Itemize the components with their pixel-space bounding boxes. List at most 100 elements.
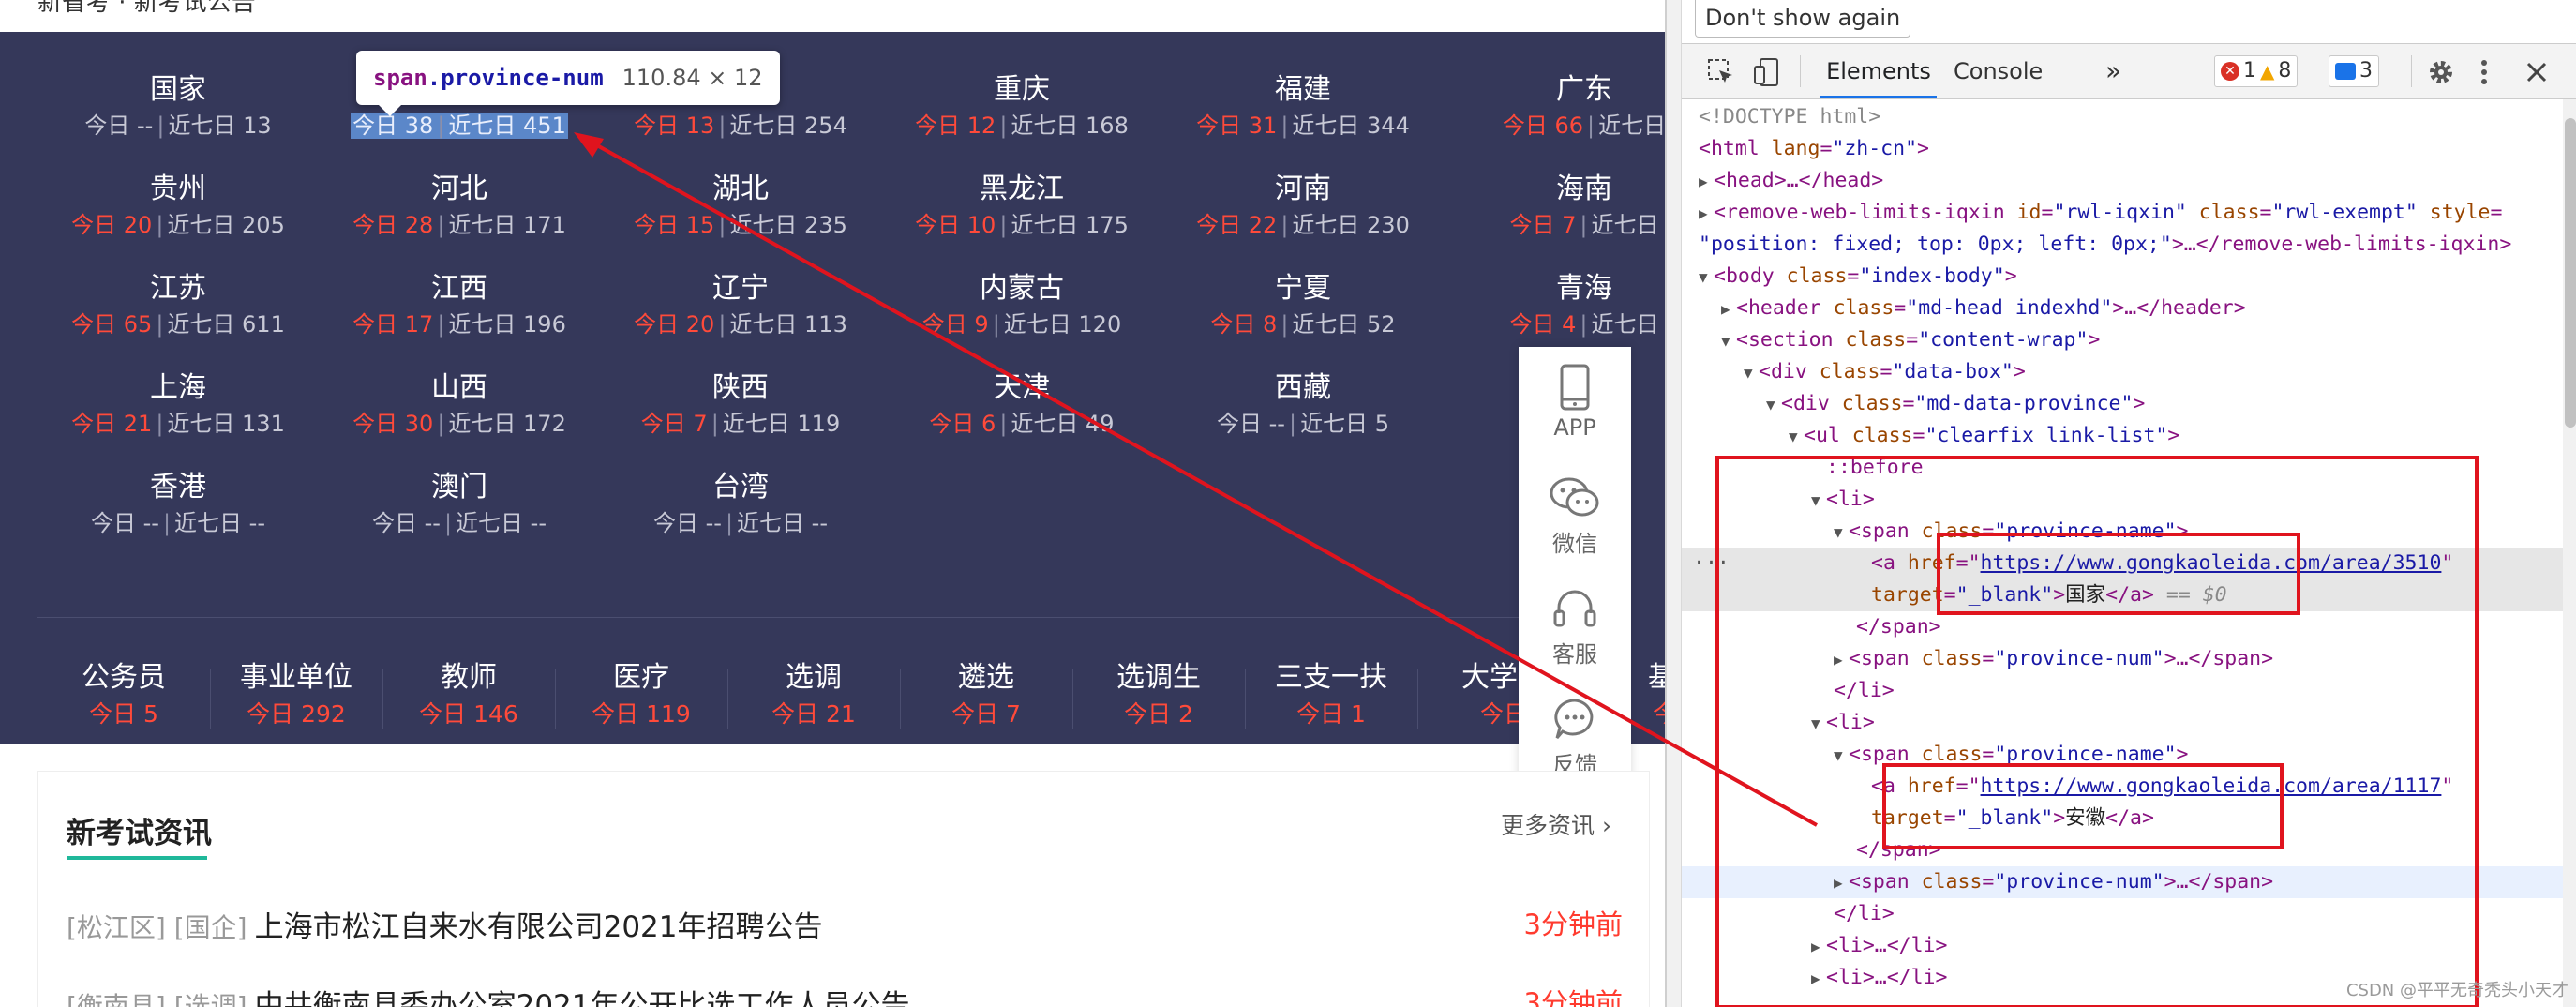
province-name[interactable]: 辽宁 <box>600 270 881 308</box>
side-tool-service[interactable]: 客服 <box>1519 574 1631 684</box>
dom-line-md-data-province[interactable]: ▼ <div class="md-data-province"> <box>1682 388 2563 420</box>
side-tool-wechat[interactable]: 微信 <box>1519 463 1631 574</box>
province-item[interactable]: 国家 今日 -- | 近七日 13 <box>37 71 319 143</box>
category-item[interactable]: 事业单位 今日 292 <box>210 658 382 731</box>
expand-triangle-icon[interactable]: ▶ <box>1721 293 1736 325</box>
tab-elements[interactable]: Elements <box>1820 44 1937 98</box>
province-item[interactable]: 江西 今日 17 | 近七日 196 <box>319 270 600 341</box>
expand-triangle-icon[interactable]: ▶ <box>1699 198 1714 230</box>
province-item[interactable]: 香港 今日 -- | 近七日 -- <box>37 469 319 540</box>
province-item[interactable]: 陕西 今日 7 | 近七日 119 <box>600 369 881 441</box>
province-item[interactable]: 福建 今日 31 | 近七日 344 <box>1162 71 1444 143</box>
province-item[interactable]: 广东 今日 66 | 近七日 <box>1444 71 1665 143</box>
news-item[interactable]: [松江区] [国企] 上海市松江自来水有限公司2021年招聘公告 3分钟前 <box>67 903 1623 950</box>
province-name[interactable]: 贵州 <box>37 171 319 208</box>
province-item[interactable]: 天津 今日 6 | 近七日 49 <box>881 369 1162 441</box>
collapse-triangle-icon[interactable]: ▼ <box>1789 421 1804 453</box>
province-item[interactable]: 山西 今日 30 | 近七日 172 <box>319 369 600 441</box>
province-item[interactable]: 宁夏 今日 8 | 近七日 52 <box>1162 270 1444 341</box>
dom-line-html[interactable]: <html lang="zh-cn"> <box>1682 133 2563 165</box>
dom-line-rwl-cont[interactable]: "position: fixed; top: 0px; left: 0px;">… <box>1682 229 2563 261</box>
device-toolbar-icon[interactable] <box>1753 57 1783 87</box>
category-name[interactable]: 三支一扶 <box>1245 658 1417 698</box>
dom-line-data-box[interactable]: ▼ <div class="data-box"> <box>1682 356 2563 388</box>
news-item[interactable]: [衡南县] [选调] 中共衡南县委办公室2021年公开比选工作人员公告 3分钟前 <box>67 982 1623 1007</box>
province-name[interactable]: 黑龙江 <box>881 171 1162 208</box>
province-name[interactable]: 湖北 <box>600 171 881 208</box>
province-item[interactable]: 内蒙古 今日 9 | 近七日 120 <box>881 270 1162 341</box>
dom-line-head[interactable]: ▶ <head>…</head> <box>1682 165 2563 197</box>
province-item[interactable]: 湖北 今日 15 | 近七日 235 <box>600 171 881 242</box>
province-item[interactable]: 贵州 今日 20 | 近七日 205 <box>37 171 319 242</box>
dom-line-rwl[interactable]: ▶ <remove-web-limits-iqxin id="rwl-iqxin"… <box>1682 197 2563 229</box>
province-name[interactable]: 江苏 <box>37 270 319 308</box>
province-item[interactable]: 河南 今日 22 | 近七日 230 <box>1162 171 1444 242</box>
category-name[interactable]: 公务员 <box>37 658 210 698</box>
category-item[interactable]: 选调 今日 21 <box>727 658 900 731</box>
category-name[interactable]: 教师 <box>382 658 555 698</box>
collapse-triangle-icon[interactable]: ▼ <box>1766 389 1781 421</box>
province-name[interactable]: 重庆 <box>881 71 1162 109</box>
dom-line-doctype[interactable]: <!DOCTYPE html> <box>1682 101 2563 133</box>
province-item[interactable]: 河北 今日 28 | 近七日 171 <box>319 171 600 242</box>
province-item[interactable]: 台湾 今日 -- | 近七日 -- <box>600 469 881 540</box>
news-item-title[interactable]: 上海市松江自来水有限公司2021年招聘公告 <box>255 910 823 944</box>
settings-gear-icon[interactable] <box>2426 57 2456 87</box>
province-name[interactable]: 天津 <box>881 369 1162 407</box>
dom-line-body[interactable]: ▼ <body class="index-body"> <box>1682 261 2563 293</box>
expand-triangle-icon[interactable]: ▶ <box>1699 166 1714 198</box>
province-item[interactable]: 青海 今日 4 | 近七日 <box>1444 270 1665 341</box>
province-name[interactable]: 西藏 <box>1162 369 1444 407</box>
scroll-thumb[interactable] <box>2565 118 2576 428</box>
province-name[interactable]: 内蒙古 <box>881 270 1162 308</box>
category-item[interactable]: 公务员 今日 5 <box>37 658 210 731</box>
province-item[interactable]: 海南 今日 7 | 近七日 <box>1444 171 1665 242</box>
dom-line-header[interactable]: ▶ <header class="md-head indexhd">…</head… <box>1682 293 2563 324</box>
category-item[interactable]: 三支一扶 今日 1 <box>1245 658 1417 731</box>
province-item[interactable]: 上海 今日 21 | 近七日 131 <box>37 369 319 441</box>
category-name[interactable]: 事业单位 <box>210 658 382 698</box>
province-name[interactable]: 江西 <box>319 270 600 308</box>
messages-badge[interactable]: 3 <box>2329 55 2379 87</box>
category-item[interactable]: 教师 今日 146 <box>382 658 555 731</box>
province-name[interactable]: 海南 <box>1444 171 1665 208</box>
province-item[interactable]: 辽宁 今日 20 | 近七日 113 <box>600 270 881 341</box>
category-item[interactable]: 遴选 今日 7 <box>900 658 1072 731</box>
province-item[interactable]: 黑龙江 今日 10 | 近七日 175 <box>881 171 1162 242</box>
kebab-menu-icon[interactable] <box>2477 57 2492 87</box>
close-icon[interactable] <box>2522 57 2552 87</box>
dont-show-again-button[interactable]: Don't show again <box>1695 0 1911 38</box>
side-tool-app[interactable]: APP <box>1519 353 1631 463</box>
category-name[interactable]: 遴选 <box>900 658 1072 698</box>
province-item[interactable]: 澳门 今日 -- | 近七日 -- <box>319 469 600 540</box>
province-name[interactable]: 陕西 <box>600 369 881 407</box>
province-name[interactable]: 福建 <box>1162 71 1444 109</box>
issues-badge[interactable]: ✕ 1 ▲ 8 <box>2214 55 2299 87</box>
province-name[interactable]: 澳门 <box>319 469 600 506</box>
news-item-title[interactable]: 中共衡南县委办公室2021年公开比选工作人员公告 <box>255 989 910 1007</box>
inspect-cursor-icon[interactable] <box>1706 57 1736 87</box>
collapse-triangle-icon[interactable]: ▼ <box>1721 325 1736 357</box>
category-item[interactable]: 医疗 今日 119 <box>555 658 727 731</box>
province-name[interactable]: 台湾 <box>600 469 881 506</box>
collapse-triangle-icon[interactable]: ▼ <box>1744 357 1759 389</box>
collapse-triangle-icon[interactable]: ▼ <box>1699 262 1714 293</box>
category-name[interactable]: 选调生 <box>1072 658 1245 698</box>
province-item[interactable]: 重庆 今日 12 | 近七日 168 <box>881 71 1162 143</box>
tab-console[interactable]: Console <box>1954 44 2043 98</box>
province-name[interactable]: 河南 <box>1162 171 1444 208</box>
news-more-link[interactable]: 更多资讯 › <box>1501 807 1611 841</box>
province-name[interactable]: 河北 <box>319 171 600 208</box>
province-name[interactable]: 香港 <box>37 469 319 506</box>
dom-scrollbar[interactable] <box>2563 99 2576 1007</box>
dom-line-section[interactable]: ▼ <section class="content-wrap"> <box>1682 324 2563 356</box>
province-name[interactable]: 广东 <box>1444 71 1665 109</box>
province-name[interactable]: 山西 <box>319 369 600 407</box>
province-item[interactable]: 江苏 今日 65 | 近七日 611 <box>37 270 319 341</box>
category-name[interactable]: 医疗 <box>555 658 727 698</box>
category-name[interactable]: 选调 <box>727 658 900 698</box>
province-name[interactable]: 上海 <box>37 369 319 407</box>
more-tabs-icon[interactable]: » <box>2105 44 2121 98</box>
dom-line-ul[interactable]: ▼ <ul class="clearfix link-list"> <box>1682 420 2563 452</box>
province-item[interactable]: 西藏 今日 -- | 近七日 5 <box>1162 369 1444 441</box>
